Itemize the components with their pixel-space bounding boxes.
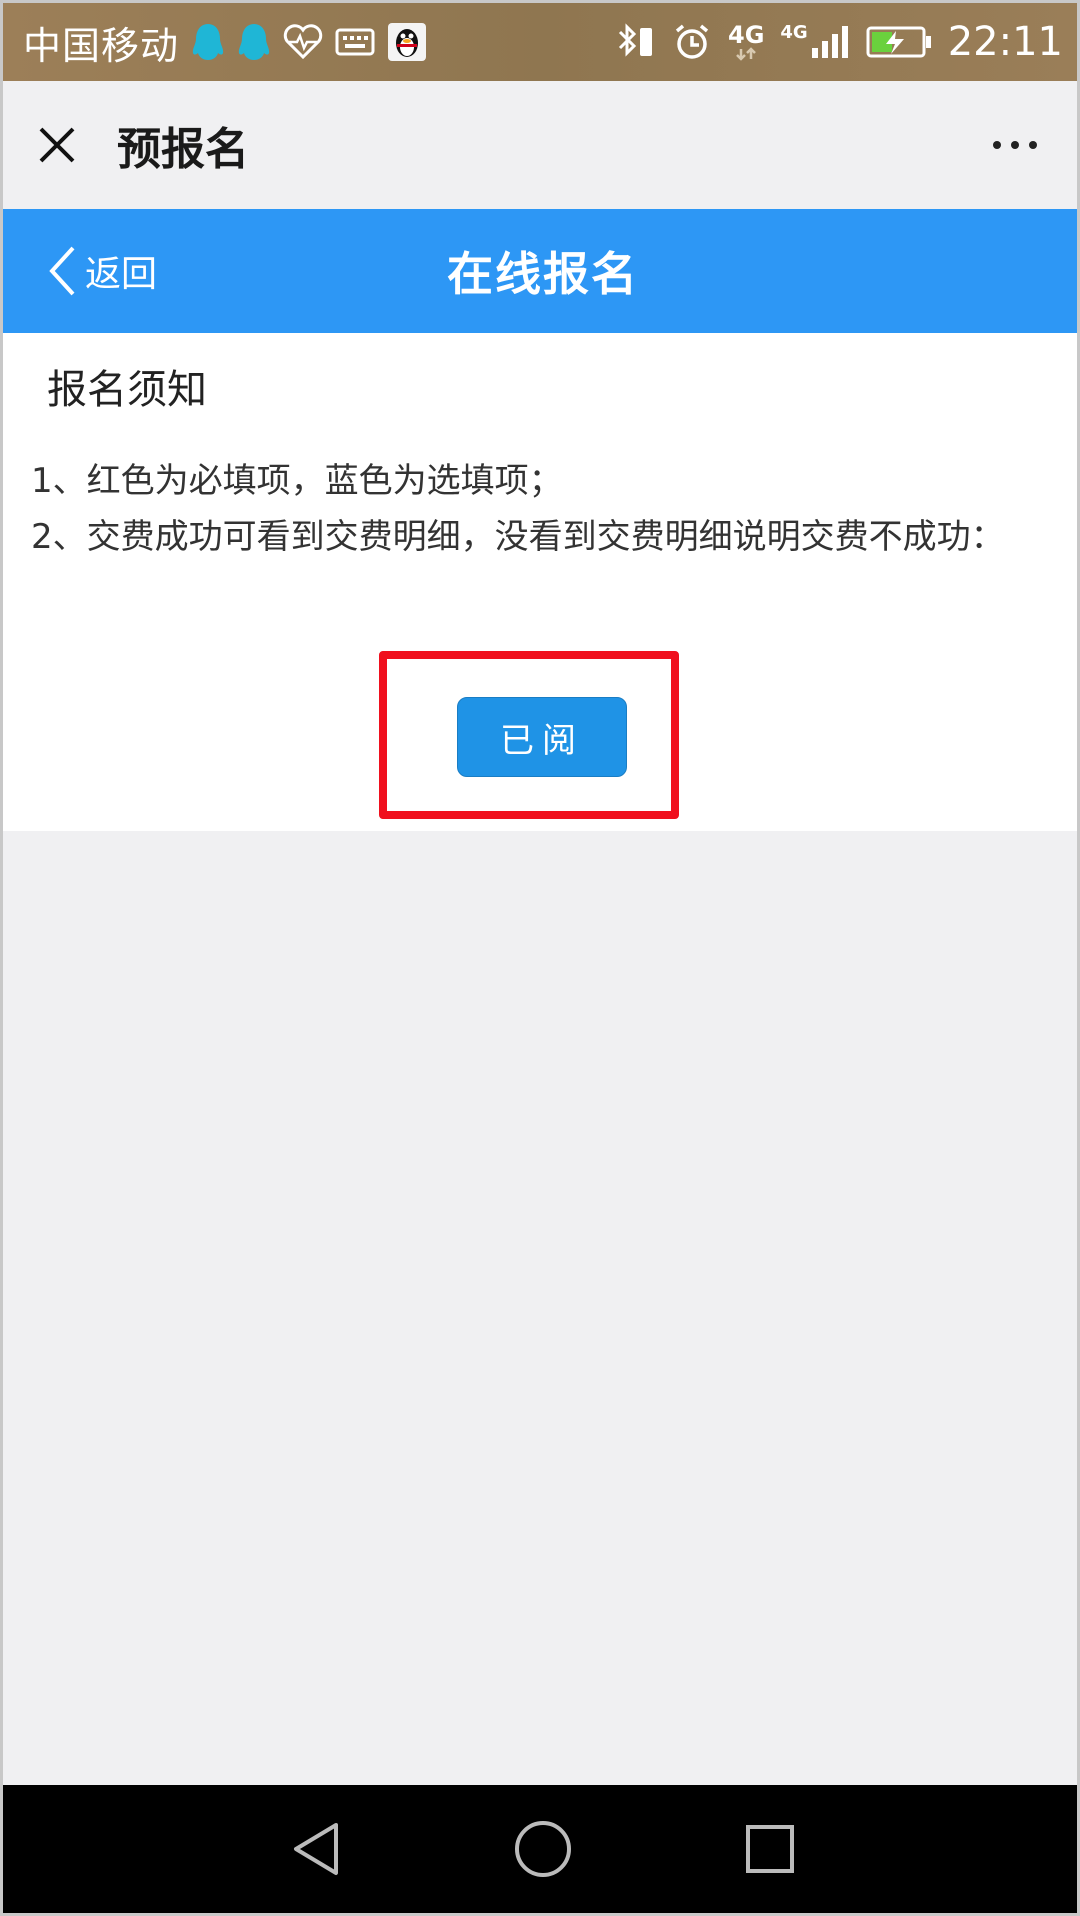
- network-4g-icon: 4G: [728, 23, 764, 61]
- page-title: 在线报名: [447, 247, 639, 301]
- bluetooth-icon: [610, 22, 656, 62]
- alarm-icon: [672, 22, 712, 62]
- status-right: 4G 4G 22:11: [610, 19, 1063, 65]
- status-left: 中国移动: [23, 15, 427, 70]
- dot: [1029, 141, 1037, 149]
- chevron-left-icon: [47, 245, 77, 297]
- close-icon[interactable]: [33, 121, 81, 169]
- read-confirm-button[interactable]: 已阅: [457, 697, 627, 777]
- notice-card: 报名须知 1、红色为必填项，蓝色为选填项； 2、交费成功可看到交费明细，没看到交…: [3, 333, 1077, 831]
- navigation-bar: [3, 1785, 1077, 1913]
- notice-item-2: 2、交费成功可看到交费明细，没看到交费明细说明交费不成功：: [31, 517, 1005, 557]
- qq-penguin-icon: [387, 22, 427, 62]
- nav-back-icon[interactable]: [281, 1814, 351, 1884]
- network-type-label: 4G: [728, 21, 765, 49]
- more-options-icon[interactable]: [977, 125, 1053, 165]
- dot: [1011, 141, 1019, 149]
- back-label: 返回: [85, 254, 158, 295]
- status-bar: 中国移动 4G 4G 22:11: [3, 3, 1077, 81]
- notice-title: 报名须知: [47, 367, 207, 413]
- page-header: 返回 在线报名: [3, 209, 1077, 333]
- health-icon: [283, 24, 323, 60]
- nav-recents-icon[interactable]: [735, 1814, 805, 1884]
- screen: 中国移动 4G 4G 22:11 预报名 返回 在线报名 报名须知 1、红色为必…: [0, 0, 1080, 1916]
- battery-charging-icon: [866, 25, 932, 59]
- wechat-page-title: 预报名: [117, 124, 249, 175]
- clock-label: 22:11: [947, 19, 1063, 65]
- signal-icon: 4G: [780, 24, 849, 60]
- back-button[interactable]: 返回: [47, 209, 157, 333]
- network-secondary-label: 4G: [780, 22, 808, 43]
- wechat-title-bar: 预报名: [3, 81, 1077, 209]
- qq-notification-icon: [237, 22, 271, 62]
- qq-notification-icon: [191, 22, 225, 62]
- dot: [993, 141, 1001, 149]
- keyboard-icon: [335, 28, 375, 56]
- nav-home-icon[interactable]: [508, 1814, 578, 1884]
- carrier-label: 中国移动: [23, 23, 180, 68]
- notice-item-1: 1、红色为必填项，蓝色为选填项；: [31, 461, 563, 501]
